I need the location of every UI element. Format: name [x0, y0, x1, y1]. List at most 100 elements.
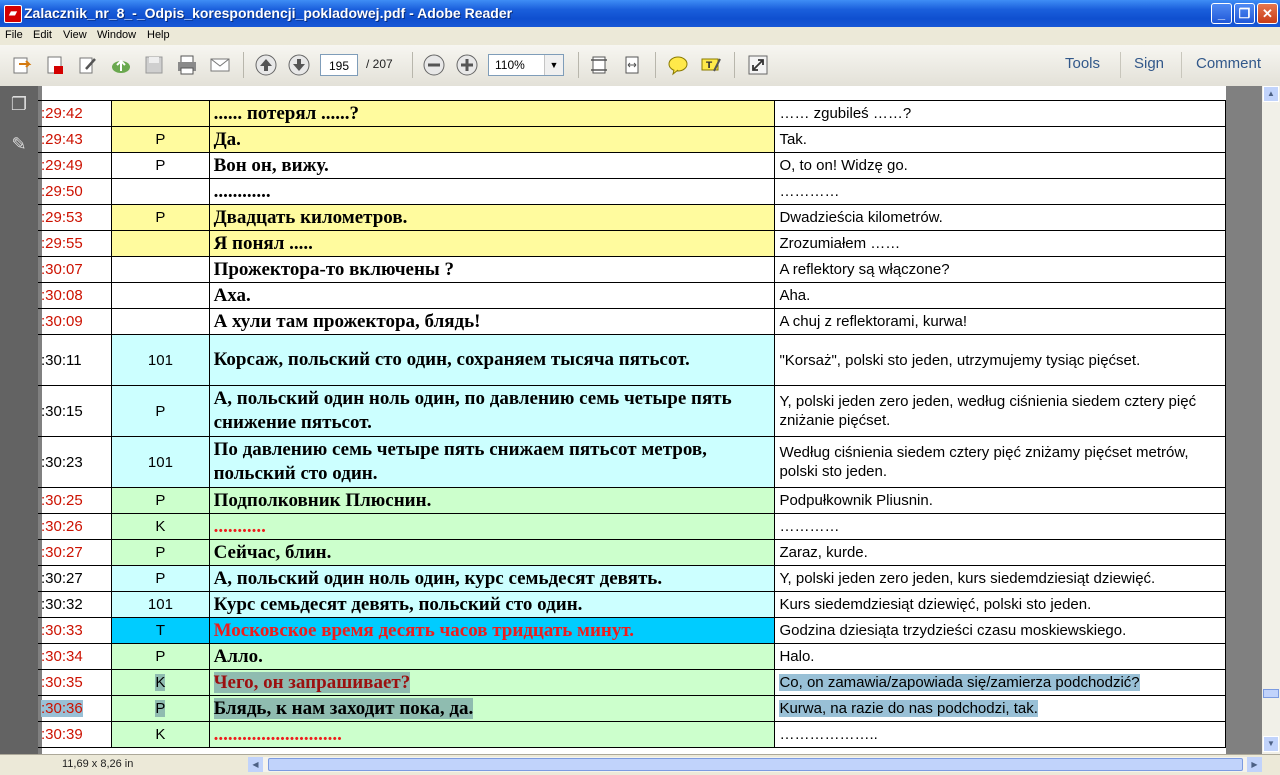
polish-translation-text: A chuj z reflektorami, kurwa!	[779, 313, 968, 330]
minimize-button[interactable]: _	[1211, 3, 1232, 24]
russian-text-cell: ...........	[208, 513, 776, 540]
scroll-up-icon[interactable]: ▲	[1263, 86, 1279, 102]
russian-text-text: Вон он, вижу.	[213, 154, 329, 176]
page-thumbnails-icon[interactable]: ❐	[9, 94, 29, 116]
maximize-icon: ❐	[1238, 6, 1251, 21]
previous-page-icon[interactable]	[255, 54, 277, 76]
polish-translation-text: Według ciśnienia siedem cztery pięć zniż…	[779, 444, 1189, 480]
scrollbar-thumb[interactable]	[268, 758, 1243, 771]
print-icon[interactable]	[176, 54, 198, 76]
chevron-down-icon[interactable]: ▼	[544, 55, 563, 75]
fit-page-icon[interactable]	[588, 54, 610, 76]
vertical-scrollbar[interactable]: ▲ ▼	[1262, 86, 1280, 754]
speaker-cell	[111, 178, 210, 205]
transcript-row: :30:07 Прожектора-то включены ? A reflekto…	[38, 256, 1226, 283]
speaker-text: P	[155, 544, 166, 561]
russian-text-text: Двадцать километров.	[213, 206, 408, 228]
menu-window[interactable]: Window	[97, 29, 136, 41]
time-text: :29:43	[41, 131, 83, 148]
polish-translation-cell: Y, polski jeden zero jeden, kurs siedemd…	[774, 565, 1226, 592]
transcript-row: :30:27 P Сейчас, блин. Zaraz, kurde.	[38, 539, 1226, 566]
scrollbar-thumb[interactable]	[1263, 689, 1279, 698]
sign-button[interactable]: Sign	[1134, 55, 1164, 72]
menu-view[interactable]: View	[63, 29, 87, 41]
russian-text-cell: А хули там прожектора, блядь!	[208, 308, 776, 335]
transcript-row: :29:43 P Да. Tak.	[38, 126, 1226, 153]
save-icon[interactable]	[143, 54, 165, 76]
document-view[interactable]: :29:42 ...... потерял ......? …… zgubileś …	[38, 86, 1262, 754]
speaker-cell: T	[111, 617, 210, 644]
polish-translation-cell: Kurs siedemdziesiąt dziewięć, polski sto…	[774, 591, 1226, 618]
russian-text-text: ............	[213, 180, 271, 202]
time-text: :30:39	[41, 726, 83, 743]
close-button[interactable]: ✕	[1257, 3, 1278, 24]
transcript-row: :30:09 А хули там прожектора, блядь! A chu…	[38, 308, 1226, 335]
time-cell: :30:34	[38, 643, 113, 670]
email-icon[interactable]	[209, 54, 231, 76]
time-cell: :29:50	[38, 178, 113, 205]
polish-translation-text: …… zgubileś ……?	[779, 105, 912, 122]
time-cell: :30:08	[38, 282, 113, 309]
speaker-text: K	[155, 518, 166, 535]
time-text: :30:32	[41, 596, 83, 613]
fit-width-icon[interactable]	[621, 54, 643, 76]
polish-translation-text: Dwadzieścia kilometrów.	[779, 209, 943, 226]
fullscreen-icon[interactable]	[747, 54, 769, 76]
scroll-left-icon[interactable]: ◀	[248, 757, 263, 772]
zoom-out-icon[interactable]	[423, 54, 445, 76]
polish-translation-cell: "Korsaż", polski sto jeden, utrzymujemy …	[774, 334, 1226, 386]
polish-translation-cell: Godzina dziesiąta trzydzieści czasu mosk…	[774, 617, 1226, 644]
title-bar: ▰ Zalacznik_nr_8_-_Odpis_korespondencji_…	[0, 0, 1280, 27]
minimize-icon: _	[1217, 6, 1226, 21]
speaker-cell: 101	[111, 436, 210, 488]
transcript-row: :30:39 K........................... …………………	[38, 721, 1226, 748]
polish-translation-cell: …………	[774, 513, 1226, 540]
pdf-icon: ▰	[4, 5, 22, 23]
tools-button[interactable]: Tools	[1065, 55, 1100, 72]
toolbar: 195 / 207 110% ▼ T Tools Sign Comment	[0, 45, 1280, 87]
russian-text-cell: Курс семьдесят девять, польский сто один…	[208, 591, 776, 618]
menu-edit[interactable]: Edit	[33, 29, 52, 41]
transcript-row: :30:23 101 По давлению семь четыре пять сн…	[38, 436, 1226, 488]
zoom-in-icon[interactable]	[456, 54, 478, 76]
horizontal-scrollbar[interactable]: ◀ ▶	[248, 757, 1262, 772]
page-number-input[interactable]: 195	[320, 54, 358, 76]
menu-file[interactable]: File	[5, 29, 23, 41]
cloud-upload-icon[interactable]	[110, 54, 132, 76]
speaker-cell	[111, 256, 210, 283]
next-page-icon[interactable]	[288, 54, 310, 76]
speaker-text: T	[155, 622, 165, 639]
comment-button[interactable]: Comment	[1196, 55, 1261, 72]
russian-text-cell: Чего, он запрашивает?	[208, 669, 776, 696]
attachment-icon[interactable]: ✎	[9, 134, 29, 156]
menu-help[interactable]: Help	[147, 29, 170, 41]
russian-text-cell: Я понял .....	[208, 230, 776, 257]
transcript-row: :30:35 K Чего, он запрашивает? Co, on zamaw…	[38, 669, 1226, 696]
russian-text-text: Прожектора-то включены ?	[213, 258, 454, 280]
time-text: :30:36	[41, 700, 83, 717]
zoom-select[interactable]: 110% ▼	[488, 54, 564, 76]
russian-text-cell: Да.	[208, 126, 776, 153]
toolbar-separator	[734, 52, 735, 78]
polish-translation-text: …………	[779, 518, 840, 535]
scroll-down-icon[interactable]: ▼	[1263, 736, 1279, 752]
speaker-cell: K	[111, 669, 210, 696]
russian-text-text: Корсаж, польский сто один, сохраняем тыс…	[213, 349, 690, 370]
create-pdf-icon[interactable]	[44, 54, 66, 76]
transcript-row: :30:34 P Алло. Halo.	[38, 643, 1226, 670]
russian-text-cell: Вон он, вижу.	[208, 152, 776, 179]
maximize-button[interactable]: ❐	[1234, 3, 1255, 24]
russian-text-text: ...... потерял ......?	[213, 102, 360, 124]
scroll-right-icon[interactable]: ▶	[1247, 757, 1262, 772]
edit-icon[interactable]	[77, 54, 99, 76]
polish-translation-cell: ………………..	[774, 721, 1226, 748]
time-cell: :30:27	[38, 565, 113, 592]
open-icon[interactable]	[11, 54, 33, 76]
russian-text-cell: Прожектора-то включены ?	[208, 256, 776, 283]
transcript-row: :29:53 P Двадцать километров. Dwadzieścia k…	[38, 204, 1226, 231]
time-text: :30:34	[41, 648, 83, 665]
russian-text-cell: Подполковник Плюснин.	[208, 487, 776, 514]
comment-bubble-icon[interactable]	[667, 54, 689, 76]
highlight-text-icon[interactable]: T	[700, 54, 722, 76]
polish-translation-cell: Kurwa, na razie do nas podchodzi, tak.	[774, 695, 1226, 722]
